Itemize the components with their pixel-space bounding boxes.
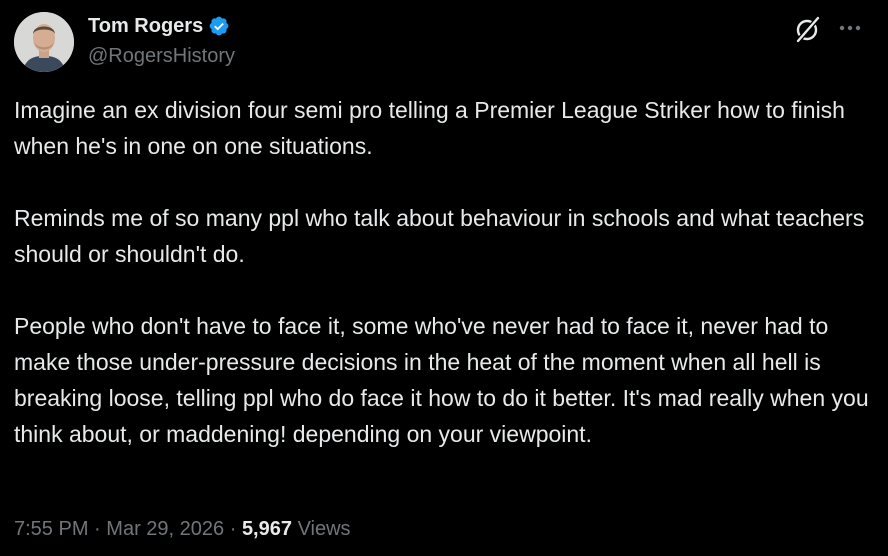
tweet-time[interactable]: 7:55 PM [14,518,88,540]
author-handle[interactable]: @RogersHistory [88,43,235,69]
tweet-date[interactable]: Mar 29, 2026 [106,518,224,540]
tweet-text: Imagine an ex division four semi pro tel… [14,92,874,452]
author-display-name[interactable]: Tom Rogers [88,13,203,39]
grok-icon[interactable] [793,14,823,44]
avatar-image [14,12,74,72]
tweet-paragraph-3: People who don't have to face it, some w… [14,313,869,447]
meta-separator: · [229,518,237,540]
tweet-card: Tom Rogers @RogersHistory Imagine an ex … [0,0,888,556]
tweet-paragraph-1: Imagine an ex division four semi pro tel… [14,97,845,159]
verified-badge-icon[interactable] [208,15,230,37]
views-count[interactable]: 5,967 [242,518,292,540]
views-label: Views [297,518,351,540]
meta-separator: · [94,518,101,540]
more-horizontal-icon[interactable] [836,14,864,42]
tweet-paragraph-2: Reminds me of so many ppl who talk about… [14,205,865,267]
author-name-row: Tom Rogers [88,13,230,39]
avatar[interactable] [14,12,74,72]
tweet-meta: 7:55 PM · Mar 29, 2026 · 5,967 Views [14,515,351,543]
